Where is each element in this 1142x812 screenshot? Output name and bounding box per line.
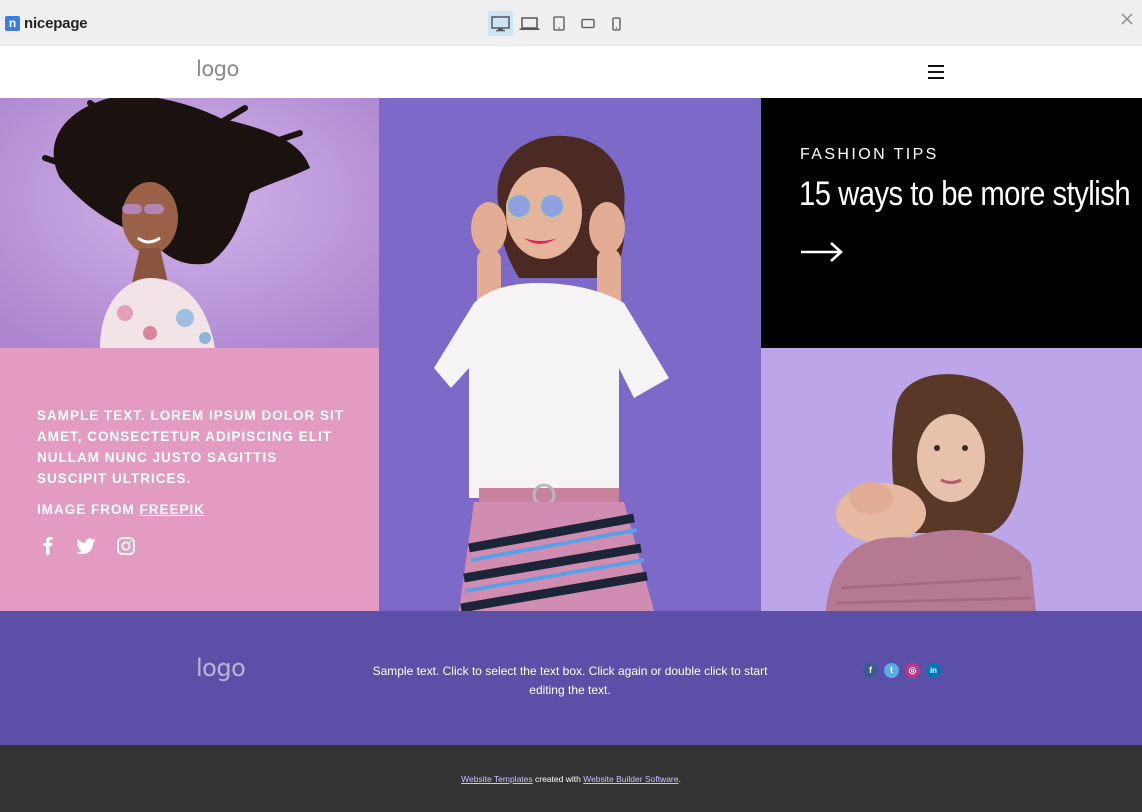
tablet-icon (552, 16, 565, 31)
footer-facebook-icon[interactable]: f (863, 663, 878, 678)
desktop-icon (491, 15, 510, 31)
phone-view-button[interactable] (604, 11, 629, 36)
header-logo[interactable]: logo (196, 57, 239, 81)
site-footer: logo Sample text. Click to select the te… (0, 611, 1142, 745)
tablet-landscape-icon (580, 18, 595, 29)
close-button[interactable] (1118, 10, 1136, 28)
photo-woman-white-tee (379, 98, 761, 611)
desktop-view-button[interactable] (488, 11, 513, 36)
laptop-icon (519, 16, 540, 30)
tablet-view-button[interactable] (546, 11, 571, 36)
nicepage-logo-icon: n (5, 16, 20, 31)
tablet-landscape-view-button[interactable] (575, 11, 600, 36)
hamburger-menu-icon[interactable] (928, 65, 944, 79)
sample-text: SAMPLE TEXT. LOREM IPSUM DOLOR SIT AMET,… (37, 408, 345, 486)
footer-linkedin-icon[interactable]: in (926, 663, 941, 678)
credit-end: . (678, 774, 681, 784)
woman-hair-illustration (0, 98, 379, 348)
freepik-link[interactable]: FREEPIK (140, 502, 206, 517)
website-builder-link[interactable]: Website Builder Software (583, 774, 678, 784)
bottom-bar: Website Templates created with Website B… (0, 745, 1142, 812)
photo-woman-pink-sweater (761, 348, 1142, 611)
twitter-icon[interactable] (76, 535, 97, 556)
device-switcher (488, 11, 629, 36)
woman-tee-illustration (379, 98, 761, 611)
fashion-tips-card: FASHION TIPS 15 ways to be more stylish (761, 98, 1142, 348)
credit-middle: created with (532, 774, 584, 784)
nicepage-brand: n nicepage (5, 15, 88, 32)
website-templates-link[interactable]: Website Templates (461, 774, 533, 784)
brand-name: nicepage (24, 15, 88, 32)
footer-instagram-icon[interactable]: ◎ (905, 663, 920, 678)
photo-woman-sunglasses-hair (0, 98, 379, 348)
social-links (37, 535, 136, 556)
feature-headline: 15 ways to be more stylish (799, 175, 1131, 213)
footer-social-links: f t ◎ in (863, 663, 941, 678)
laptop-view-button[interactable] (517, 11, 542, 36)
read-more-arrow-icon[interactable] (800, 240, 844, 269)
woman-sweater-illustration (761, 348, 1142, 611)
credit-line: Website Templates created with Website B… (0, 774, 1142, 784)
app-toolbar: n nicepage (0, 0, 1142, 46)
close-icon (1121, 13, 1133, 25)
phone-icon (612, 16, 621, 31)
credit-prefix: IMAGE FROM (37, 502, 140, 517)
image-credit: IMAGE FROM FREEPIK (37, 502, 205, 517)
site-header: logo (0, 46, 1142, 98)
footer-logo[interactable]: logo (196, 654, 246, 682)
section-kicker: FASHION TIPS (800, 146, 939, 163)
footer-text: Sample text. Click to select the text bo… (372, 664, 768, 697)
footer-twitter-icon[interactable]: t (884, 663, 899, 678)
instagram-icon[interactable] (115, 535, 136, 556)
facebook-icon[interactable] (37, 535, 58, 556)
sample-text-card: SAMPLE TEXT. LOREM IPSUM DOLOR SIT AMET,… (0, 348, 379, 611)
